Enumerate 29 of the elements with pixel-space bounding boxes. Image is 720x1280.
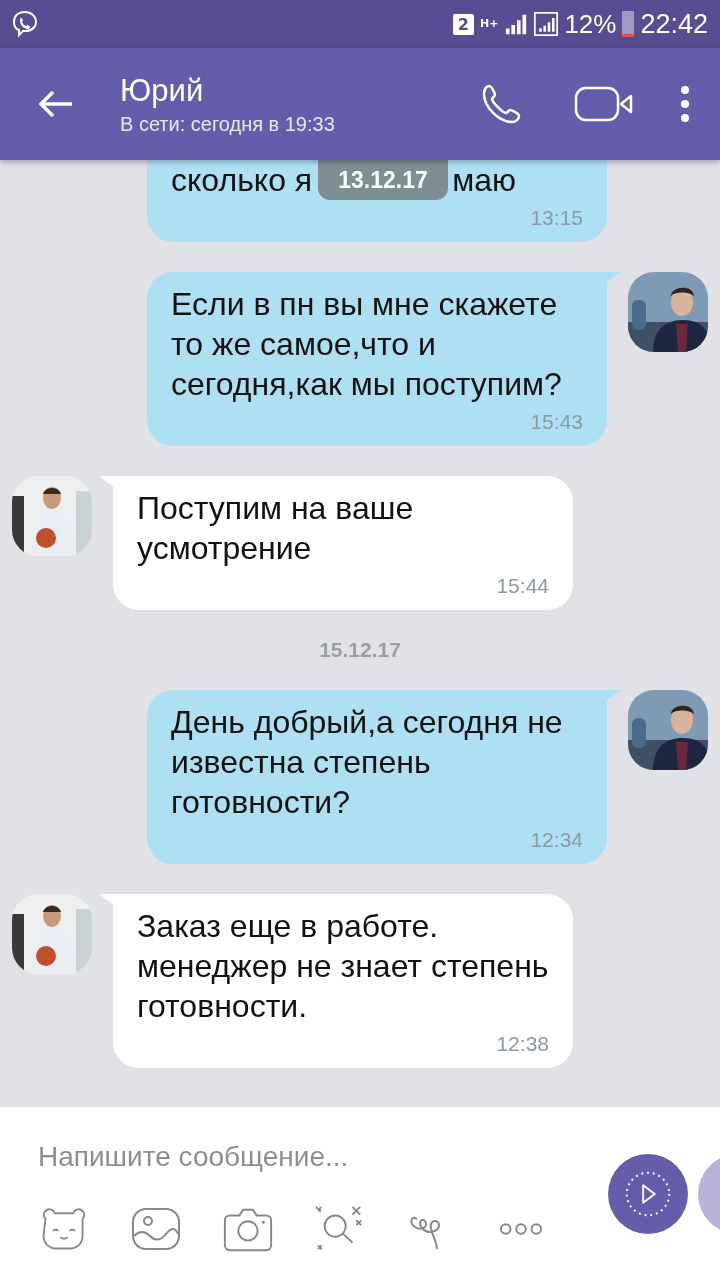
message-text: сколько я: [171, 161, 313, 200]
clock: 22:42: [640, 8, 708, 40]
video-call-icon[interactable]: [574, 84, 634, 124]
battery-icon: [622, 11, 635, 37]
gallery-icon[interactable]: [130, 1205, 182, 1253]
signal-icon: [504, 12, 529, 36]
signal-icon: [534, 12, 559, 36]
sim-badge: 2: [452, 13, 474, 35]
more-options-icon[interactable]: [680, 84, 690, 124]
viber-icon: [10, 9, 40, 39]
date-badge: 13.12.17: [318, 160, 448, 200]
message-text: маю: [452, 161, 516, 200]
message-text: Если в пн вы мне скажете то же самое,что и сегодня,как мы поступим?: [171, 285, 563, 404]
message-time: 12:34: [530, 828, 583, 852]
date-separator: 15.12.17: [319, 638, 401, 662]
message-text: Заказ еще в работе. менеджер не знает степень готовности.: [137, 907, 549, 1026]
back-arrow-icon[interactable]: [38, 89, 74, 119]
battery-percent: 12%: [564, 8, 617, 40]
online-status: В сети: сегодня в 19:33: [120, 112, 336, 136]
more-icon[interactable]: [498, 1221, 544, 1237]
message-time: 13:15: [530, 206, 583, 230]
message-text: День добрый,а сегодня не известна степень готовности?: [171, 703, 564, 822]
message-input[interactable]: Напишите сообщение...: [38, 1137, 558, 1177]
message-time: 15:43: [530, 410, 583, 434]
network-type: H+: [479, 16, 499, 30]
contact-name: Юрий: [120, 72, 205, 109]
message-text: Поступим на ваше усмотрение: [137, 489, 415, 568]
message-time: 15:44: [496, 574, 549, 598]
message-time: 12:38: [496, 1032, 549, 1056]
